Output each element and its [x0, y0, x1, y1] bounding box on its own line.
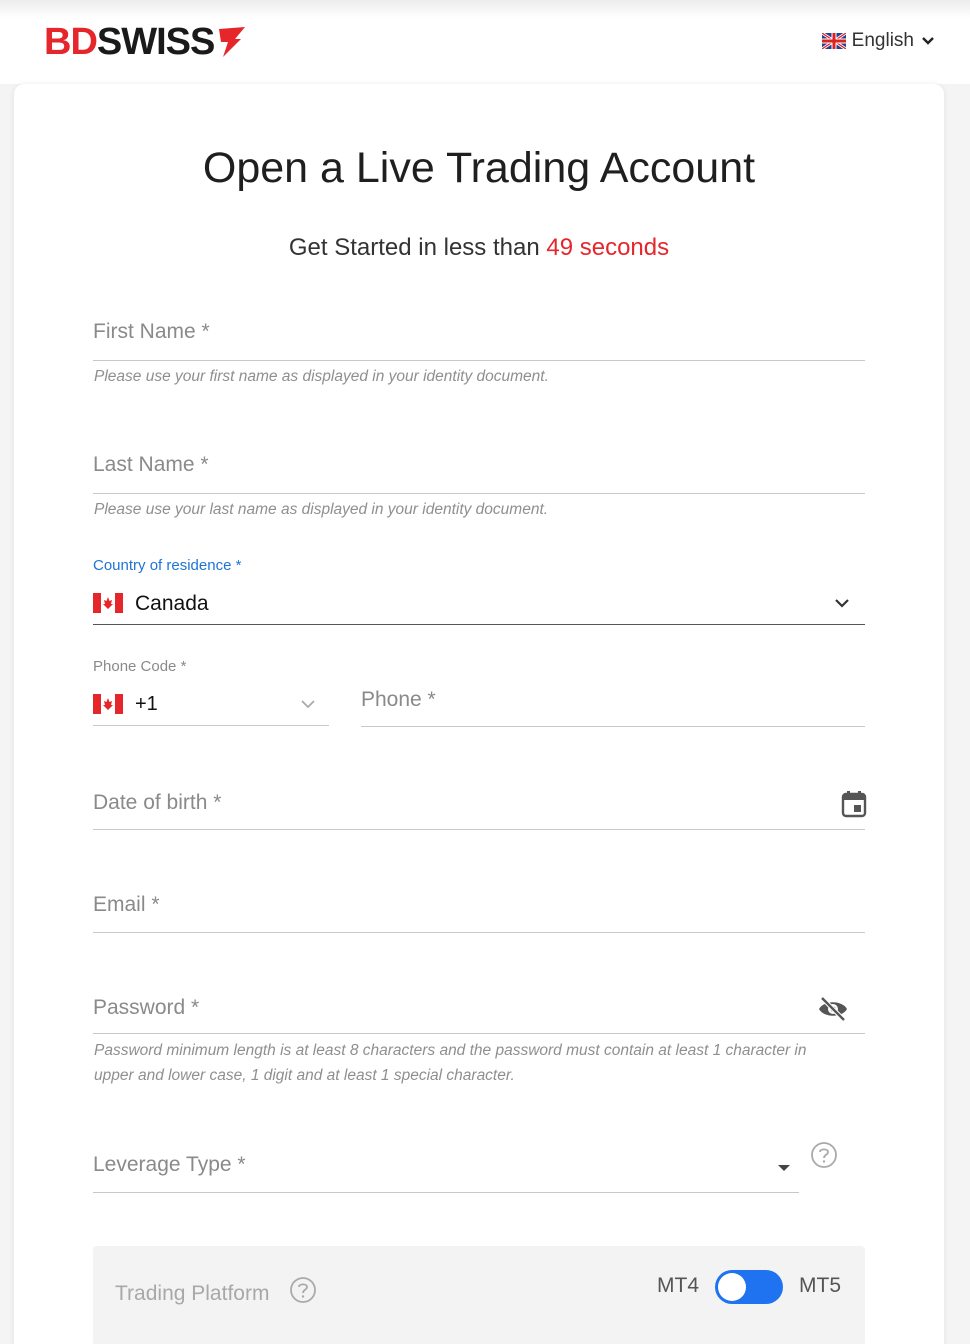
leverage-type-select[interactable]: Leverage Type * — [93, 1141, 799, 1193]
first-name-field[interactable]: First Name * — [93, 310, 865, 361]
logo-bd-text: BD — [44, 21, 98, 63]
password-field[interactable]: Password * — [93, 986, 865, 1034]
chevron-down-icon — [301, 700, 315, 709]
logo-swiss-text: SWISS — [96, 21, 215, 63]
first-name-hint: Please use your first name as displayed … — [94, 368, 549, 385]
last-name-label: Last Name * — [93, 453, 209, 476]
phone-code-select[interactable]: +1 — [93, 680, 329, 726]
email-field[interactable]: Email * — [93, 884, 865, 933]
top-bar: BD SWISS English — [0, 0, 970, 84]
eye-off-icon[interactable] — [817, 996, 849, 1022]
country-label: Country of residence * — [93, 557, 242, 574]
first-name-label: First Name * — [93, 320, 210, 343]
email-label: Email * — [93, 893, 160, 916]
mt4-option[interactable]: MT4 — [657, 1274, 699, 1298]
help-icon[interactable] — [810, 1141, 838, 1169]
page-title: Open a Live Trading Account — [202, 144, 756, 192]
bdswiss-logo[interactable]: BD SWISS — [44, 22, 247, 62]
last-name-hint: Please use your last name as displayed i… — [94, 501, 549, 518]
country-value: Canada — [135, 592, 209, 615]
canada-flag-icon — [93, 593, 123, 613]
language-selector[interactable]: English — [821, 30, 936, 52]
canada-flag-icon — [93, 694, 123, 714]
mt5-option[interactable]: MT5 — [799, 1274, 841, 1298]
country-select[interactable]: Canada — [93, 578, 865, 625]
password-hint: Password minimum length is at least 8 ch… — [94, 1042, 807, 1084]
help-icon[interactable] — [289, 1276, 317, 1304]
phone-field[interactable]: Phone * — [361, 680, 865, 727]
chevron-down-icon — [922, 37, 934, 45]
page-subtitle: Get Started in less than 49 seconds — [14, 234, 944, 262]
password-label: Password * — [93, 996, 200, 1019]
language-label: English — [851, 30, 914, 51]
signup-card: Open a Live Trading Account Get Started … — [14, 84, 944, 1344]
subtitle-text: Get Started in less than — [288, 234, 547, 261]
date-of-birth-field[interactable]: Date of birth * — [93, 780, 867, 830]
logo-arrow-icon — [219, 27, 246, 57]
date-of-birth-label: Date of birth * — [93, 791, 222, 814]
phone-code-value: +1 — [135, 693, 158, 715]
uk-flag-icon — [821, 33, 846, 49]
leverage-type-label: Leverage Type * — [93, 1153, 246, 1176]
caret-down-icon — [778, 1165, 790, 1171]
phone-code-label: Phone Code * — [93, 658, 187, 675]
toggle-knob — [718, 1273, 746, 1301]
chevron-down-icon — [835, 599, 849, 608]
trading-platform-label: Trading Platform — [115, 1282, 270, 1305]
last-name-field[interactable]: Last Name * — [93, 443, 865, 494]
platform-toggle[interactable] — [715, 1270, 783, 1304]
phone-label: Phone * — [361, 688, 436, 711]
trading-platform-box: Trading Platform MT4 MT5 — [93, 1246, 865, 1344]
calendar-icon[interactable] — [841, 790, 867, 818]
subtitle-highlight: 49 seconds — [546, 234, 670, 261]
